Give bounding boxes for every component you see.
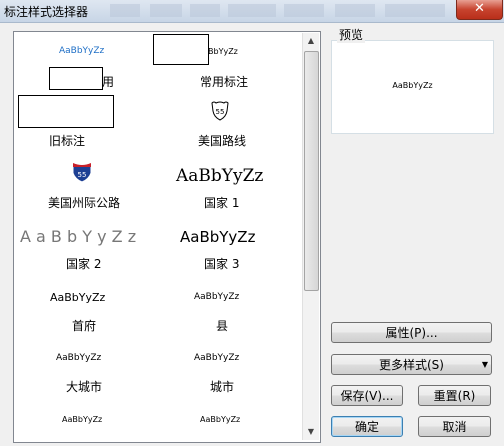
- background-ghost: [385, 4, 445, 17]
- style-item-sample[interactable]: AaBbYyZz: [56, 353, 101, 363]
- style-item-sample[interactable]: AaBbYyZz: [59, 46, 104, 56]
- style-item-sample[interactable]: AaBbYyZz: [194, 353, 239, 363]
- style-item-caption[interactable]: 国家 1: [204, 194, 239, 211]
- background-ghost: [284, 4, 324, 17]
- style-item-caption[interactable]: 大城市: [66, 378, 102, 395]
- title-bar: 标注样式选择器 ✕: [0, 0, 504, 23]
- style-item-caption[interactable]: 首府: [72, 317, 96, 334]
- ok-button[interactable]: 确定: [331, 416, 403, 437]
- style-item-swatch[interactable]: [49, 67, 103, 90]
- style-item-sample[interactable]: AaBbYyZz: [176, 166, 263, 186]
- scroll-up-arrow-icon[interactable]: ▲: [303, 33, 319, 49]
- style-item-swatch[interactable]: [18, 95, 114, 128]
- background-ghost: [150, 4, 182, 17]
- style-list-scrollbar[interactable]: ▲ ▼: [302, 33, 319, 440]
- style-item-caption[interactable]: 美国路线: [198, 132, 246, 149]
- style-item-caption[interactable]: 城市: [210, 378, 234, 395]
- background-ghost: [110, 4, 140, 17]
- background-ghost: [335, 4, 375, 17]
- more-styles-label: 更多样式(S): [379, 358, 444, 372]
- cancel-button[interactable]: 取消: [418, 416, 491, 437]
- style-list[interactable]: AaBbYyZz BbYyZz 用 常用标注 旧标注 55 美国路线 55 美国…: [13, 31, 321, 443]
- style-item-caption[interactable]: 常用标注: [200, 73, 248, 90]
- style-item-sample[interactable]: AaBbYyZz: [200, 415, 240, 424]
- style-item-sample[interactable]: AaBbYyZz: [194, 292, 239, 302]
- style-item-sample[interactable]: BbYyZz: [208, 47, 238, 56]
- preview-sample: AaBbYyZz: [392, 81, 433, 90]
- us-route-shield-icon[interactable]: 55: [210, 101, 230, 121]
- more-styles-dropdown[interactable]: 更多样式(S) ▼: [331, 354, 492, 375]
- style-item-caption[interactable]: 美国州际公路: [48, 194, 120, 211]
- style-item-sample[interactable]: AaBbYyZz: [50, 291, 105, 304]
- preview-label: 预览: [337, 26, 366, 43]
- background-ghost: [228, 4, 276, 17]
- style-item-sample[interactable]: AaBbYyZz: [180, 228, 255, 246]
- svg-text:55: 55: [216, 108, 225, 116]
- save-button[interactable]: 保存(V)...: [331, 385, 403, 406]
- scroll-down-arrow-icon[interactable]: ▼: [303, 424, 319, 440]
- style-item-swatch[interactable]: [153, 34, 209, 65]
- style-item-sample[interactable]: A a B b Y y Z z: [20, 227, 136, 246]
- style-item-caption[interactable]: 用: [102, 73, 114, 90]
- interstate-shield-icon[interactable]: 55: [71, 161, 93, 183]
- style-item-sample[interactable]: AaBbYyZz: [62, 415, 102, 424]
- dropdown-arrow-icon: ▼: [481, 360, 488, 369]
- close-icon: ✕: [474, 1, 485, 16]
- style-item-caption[interactable]: 旧标注: [49, 132, 85, 149]
- window-title: 标注样式选择器: [4, 5, 89, 19]
- preview-box: AaBbYyZz: [331, 40, 494, 134]
- scroll-thumb[interactable]: [304, 51, 319, 291]
- close-button[interactable]: ✕: [456, 0, 503, 20]
- style-item-caption[interactable]: 国家 2: [66, 255, 101, 272]
- properties-button[interactable]: 属性(P)...: [331, 322, 492, 343]
- style-item-caption[interactable]: 国家 3: [204, 255, 239, 272]
- svg-text:55: 55: [78, 171, 87, 179]
- background-ghost: [190, 4, 220, 17]
- style-item-caption[interactable]: 县: [216, 317, 228, 334]
- reset-button[interactable]: 重置(R): [418, 385, 491, 406]
